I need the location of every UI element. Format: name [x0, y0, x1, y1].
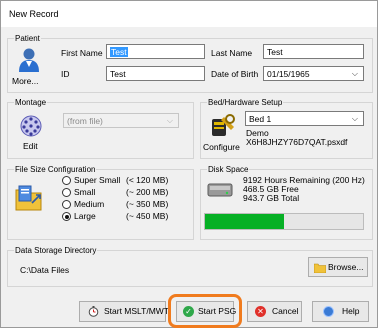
- option-label: Medium: [74, 199, 105, 209]
- title-bar: New Record: [1, 1, 377, 27]
- disk-space-group-label: Disk Space: [207, 164, 250, 175]
- patient-group: Patient More... First Name Test ID Test …: [7, 33, 373, 93]
- chevron-down-icon: ⌵: [351, 69, 358, 78]
- start-mslt-mwt-button[interactable]: Start MSLT/MWT: [79, 301, 170, 322]
- bed-hardware-group-label: Bed/Hardware Setup: [207, 97, 284, 108]
- radio-medium[interactable]: [62, 200, 71, 209]
- storage-group-label: Data Storage Directory: [14, 245, 98, 256]
- hard-drive-icon: [207, 183, 233, 197]
- radio-super-small[interactable]: [62, 176, 71, 185]
- edit-label: Edit: [23, 141, 38, 151]
- option-size: (~ 350 MB): [126, 199, 169, 209]
- hardware-configure-icon: [212, 114, 235, 136]
- file-size-group: File Size Configuration Super Small (< 1…: [7, 164, 194, 240]
- bed-select[interactable]: Bed 1 ⌵: [245, 111, 364, 126]
- radio-large[interactable]: [62, 212, 71, 221]
- browse-label: Browse...: [328, 262, 364, 272]
- edit-montage-button[interactable]: Edit: [19, 115, 45, 153]
- browse-button[interactable]: Browse...: [308, 257, 368, 277]
- id-label: ID: [61, 69, 70, 79]
- file-size-icon: [15, 185, 42, 211]
- start-psg-highlight: [168, 294, 242, 328]
- chevron-down-icon: ⌵: [166, 116, 173, 125]
- option-size: (< 120 MB): [126, 175, 169, 185]
- montage-head-icon: [20, 115, 42, 137]
- option-label: Super Small: [74, 175, 121, 185]
- date-of-birth-picker[interactable]: 01/15/1965 ⌵: [263, 66, 364, 81]
- cancel-label: Cancel: [272, 306, 299, 316]
- id-field[interactable]: Test: [106, 66, 205, 81]
- date-of-birth-label: Date of Birth: [211, 69, 259, 79]
- file-size-group-label: File Size Configuration: [14, 164, 97, 175]
- storage-directory-group: Data Storage Directory C:\Data Files Bro…: [7, 245, 373, 287]
- disk-space-group: Disk Space 9192 Hours Remaining (200 Hz)…: [200, 164, 373, 240]
- patient-group-label: Patient: [14, 33, 41, 44]
- folder-icon: [314, 263, 326, 273]
- cancel-icon: ✕: [255, 306, 266, 317]
- last-name-label: Last Name: [211, 48, 253, 58]
- bed-hardware-group: Bed/Hardware Setup Configure Bed 1 ⌵ Dem…: [200, 97, 373, 159]
- montage-group-label: Montage: [14, 97, 48, 108]
- first-name-field[interactable]: Test: [106, 44, 205, 59]
- new-record-window: New Record Patient More... First Name Te…: [0, 0, 378, 328]
- first-name-label: First Name: [61, 48, 103, 58]
- montage-select[interactable]: (from file) ⌵: [63, 113, 179, 128]
- bed-device-file: X6H8JHZY76D7QAT.psxdf: [246, 137, 348, 147]
- montage-group: Montage Edit (from file) ⌵: [7, 97, 194, 159]
- storage-path: C:\Data Files: [20, 265, 70, 275]
- disk-usage-bar: [204, 213, 364, 230]
- total-space: 943.7 GB Total: [243, 193, 300, 203]
- window-title: New Record: [9, 9, 59, 19]
- start-mslt-label: Start MSLT/MWT: [104, 306, 170, 316]
- configure-label: Configure: [203, 142, 240, 152]
- help-icon: [323, 306, 334, 317]
- radio-small[interactable]: [62, 188, 71, 197]
- person-icon: [19, 48, 39, 72]
- more-label: More...: [12, 76, 39, 86]
- option-label: Large: [74, 211, 96, 221]
- configure-button[interactable]: Configure: [203, 113, 243, 155]
- disk-usage-fill: [205, 214, 284, 229]
- option-size: (~ 450 MB): [126, 211, 169, 221]
- last-name-field[interactable]: Test: [263, 44, 364, 59]
- chevron-down-icon: ⌵: [351, 114, 358, 123]
- option-label: Small: [74, 187, 96, 197]
- stopwatch-icon: [88, 306, 99, 317]
- option-size: (~ 200 MB): [126, 187, 169, 197]
- help-button[interactable]: Help: [312, 301, 369, 322]
- more-patient-button[interactable]: More...: [12, 47, 46, 89]
- cancel-button[interactable]: ✕ Cancel: [247, 301, 302, 322]
- help-label: Help: [342, 306, 360, 316]
